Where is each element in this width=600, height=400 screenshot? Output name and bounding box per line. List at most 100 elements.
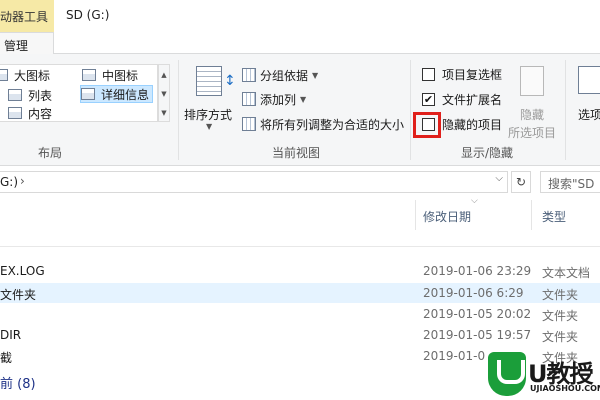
layout-large-icons[interactable]: 大图标 [0, 66, 50, 84]
ribbon-tab-row: 管理 [0, 32, 600, 55]
item-checkboxes-checkbox[interactable] [422, 67, 435, 81]
drive-tools-tab[interactable]: 动器工具 [0, 0, 54, 32]
layout-gallery: 大图标 中图标 列表 详细信息 内容 [0, 64, 158, 122]
refresh-icon: ↻ [515, 175, 527, 189]
sort-by-button[interactable]: ↕ 排序方式 ▼ [184, 64, 236, 134]
window-title: SD (G:) [66, 8, 110, 22]
address-path: G:) [0, 175, 19, 189]
file-extensions-checkbox[interactable] [422, 92, 435, 106]
hide-selected-label-line2: 所选项目 [508, 126, 557, 140]
chevron-down-icon: ▼ [206, 122, 213, 131]
chevron-down-icon: ▼ [300, 94, 307, 104]
options-icon [578, 66, 600, 94]
tab-manage[interactable]: 管理 [0, 32, 54, 55]
fit-columns-button[interactable]: 将所有列调整为合适的大小 [242, 115, 404, 133]
column-divider[interactable] [531, 200, 532, 230]
layout-list-label: 列表 [28, 88, 53, 103]
hide-selected-label-line1: 隐藏 [520, 108, 545, 122]
file-type: 文件夹 [542, 309, 579, 323]
list-icon [8, 89, 22, 101]
file-extensions-toggle[interactable]: 文件扩展名 [422, 90, 502, 108]
column-header-row: 修改日期 ⌵ 类型 [0, 196, 600, 232]
ribbon: 大图标 中图标 列表 详细信息 内容 ▲ ▼ ▼ 布局 ↕ 排序方式 ▼ 分组依… [0, 54, 600, 166]
file-date: 2019-01-06 23:29 [423, 264, 532, 278]
group-divider-line [0, 246, 600, 247]
annotation-highlight-box [413, 112, 441, 138]
chevron-down-icon: ▼ [312, 70, 319, 80]
large-icons-icon [0, 69, 8, 81]
group-by-icon [242, 68, 256, 82]
hide-selected-icon [520, 66, 544, 96]
group-by-label: 分组依据 [260, 68, 309, 83]
file-name: EX.LOG [0, 264, 45, 278]
file-name: 截 [0, 351, 13, 365]
drive-tools-label: 动器工具 [0, 10, 49, 24]
scroll-down-icon[interactable]: ▼ [159, 84, 169, 103]
file-type: 文本文档 [542, 266, 591, 280]
item-checkboxes-toggle[interactable]: 项目复选框 [422, 65, 502, 83]
content-icon [8, 107, 22, 119]
shield-logo-icon [488, 352, 526, 396]
options-label: 选项 [578, 108, 600, 122]
details-icon [81, 88, 95, 100]
watermark-sub-text: UJIAOSHOU.COM [530, 384, 600, 393]
address-bar[interactable]: G:) › ⌵ [0, 171, 508, 193]
layout-content[interactable]: 内容 [8, 104, 52, 122]
group-by-button[interactable]: 分组依据 ▼ [242, 66, 318, 84]
layout-details[interactable]: 详细信息 [80, 85, 154, 103]
fit-columns-icon [242, 117, 256, 131]
tab-manage-label: 管理 [4, 39, 29, 53]
hide-selected-items-button[interactable]: 隐藏 所选项目 [506, 64, 558, 140]
add-column-label: 添加列 [260, 92, 297, 107]
layout-details-label: 详细信息 [101, 87, 150, 102]
layout-medium-icons[interactable]: 中图标 [82, 66, 138, 84]
watermark-logo: U教授 UJIAOSHOU.COM [488, 352, 600, 400]
add-column-icon [242, 92, 256, 106]
title-bar: 动器工具 SD (G:) [0, 0, 600, 32]
sort-indicator-icon: ⌵ [471, 196, 478, 206]
file-row[interactable]: 2019-01-05 20:02 文件夹 [0, 304, 600, 324]
search-placeholder: 搜索"SD [548, 177, 595, 191]
current-view-group-label: 当前视图 [272, 146, 321, 160]
column-type[interactable]: 类型 [542, 208, 566, 225]
layout-group-label: 布局 [38, 146, 63, 160]
refresh-button[interactable]: ↻ [511, 171, 531, 193]
sort-list-icon [196, 66, 222, 96]
file-row[interactable]: EX.LOG 2019-01-06 23:29 文本文档 [0, 261, 600, 281]
file-type: 文件夹 [542, 288, 579, 302]
add-column-button[interactable]: 添加列 ▼ [242, 90, 306, 108]
show-hide-group-label: 显示/隐藏 [461, 146, 514, 160]
scroll-up-icon[interactable]: ▲ [159, 65, 169, 84]
column-divider[interactable] [415, 200, 416, 230]
file-date: 2019-01-05 19:57 [423, 328, 532, 342]
group-separator [410, 60, 411, 160]
layout-medium-icons-label: 中图标 [102, 68, 139, 83]
medium-icons-icon [82, 69, 96, 81]
group-separator [178, 60, 179, 160]
sort-by-label: 排序方式 [184, 108, 233, 122]
column-date-modified[interactable]: 修改日期 [423, 208, 471, 225]
file-date: 2019-01-06 6:29 [423, 286, 524, 300]
file-date: 2019-01-05 20:02 [423, 307, 532, 321]
file-name: DIR [0, 328, 22, 342]
sort-arrow-icon: ↕ [224, 73, 236, 89]
layout-list[interactable]: 列表 [8, 86, 52, 104]
breadcrumb-chevron-icon[interactable]: › [20, 174, 25, 188]
file-row-selected[interactable]: 文件夹 2019-01-06 6:29 文件夹 [0, 283, 600, 303]
fit-columns-label: 将所有列调整为合适的大小 [260, 117, 405, 132]
layout-gallery-scroller[interactable]: ▲ ▼ ▼ [158, 64, 170, 122]
group-header[interactable]: 前 (8) [0, 373, 36, 392]
layout-content-label: 内容 [28, 106, 53, 121]
options-button[interactable]: 选项 [566, 64, 600, 134]
expand-gallery-icon[interactable]: ▼ [159, 103, 169, 122]
hidden-items-label: 隐藏的项目 [442, 117, 503, 132]
file-name: 文件夹 [0, 288, 37, 302]
search-input[interactable]: 搜索"SD [540, 171, 600, 193]
layout-large-icons-label: 大图标 [14, 68, 51, 83]
item-checkboxes-label: 项目复选框 [442, 67, 503, 82]
file-extensions-label: 文件扩展名 [442, 92, 503, 107]
address-history-chevron-icon[interactable]: ⌵ [495, 173, 503, 184]
address-row: G:) › ⌵ ↻ 搜索"SD [0, 166, 600, 198]
file-row[interactable]: DIR 2019-01-05 19:57 文件夹 [0, 325, 600, 345]
column-date-modified-label: 修改日期 [423, 210, 472, 224]
